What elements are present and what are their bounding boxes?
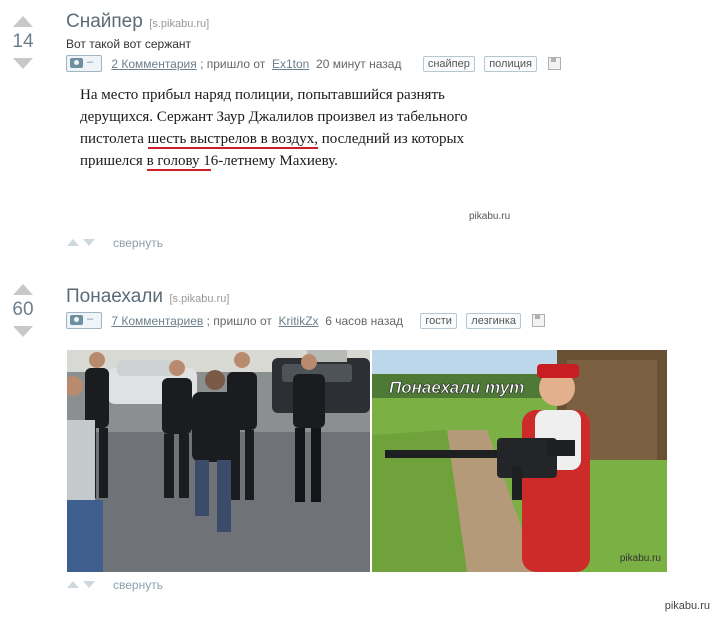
photo-toggle-button[interactable]: – [66,312,102,329]
tag-police[interactable]: полиция [484,55,537,72]
vote-panel: 14 [8,16,38,69]
left-photo [67,350,370,572]
camera-icon [70,58,83,68]
camera-icon [70,315,83,325]
watermark: pikabu.ru [469,211,511,222]
photo-toggle-button[interactable]: – [66,55,102,72]
comments-link[interactable]: 7 Комментариев [111,314,203,328]
post-footer: свернуть [67,235,163,250]
post-title[interactable]: Снайпер [66,11,143,32]
post-subtitle: Вот такой вот сержант [66,37,192,51]
save-icon[interactable] [532,314,546,327]
post-meta: – 2 Комментария ; пришло от Ex1ton 20 ми… [66,55,562,73]
post-time: 20 минут назад [312,56,402,71]
author-link[interactable]: KritikZx [279,314,319,328]
post-sniper: 14 Снайпер [s.pikabu.ru] Вот такой вот с… [0,0,716,260]
save-icon[interactable] [548,57,562,70]
downvote-arrow-icon[interactable] [13,58,33,69]
post-image[interactable]: Понаехали тут pikabu.ru [67,350,667,572]
downvote-arrow-icon[interactable] [13,326,33,337]
footer-watermark: pikabu.ru [664,600,710,612]
underlined-phrase: шесть выстрелов в воздух, [147,131,318,149]
rating-count: 14 [12,31,34,52]
post-title-line: Понаехали [s.pikabu.ru] [66,286,229,308]
post-title-line: Снайпер [s.pikabu.ru] [66,11,209,33]
post-title[interactable]: Понаехали [66,286,163,307]
image-collage: Понаехали тут [67,350,667,572]
collapse-link[interactable]: свернуть [113,578,163,592]
post-time: 6 часов назад [321,313,404,328]
post-ponaekhali: 60 Понаехали [s.pikabu.ru] – 7 Комментар… [0,272,716,592]
author-link[interactable]: Ex1ton [272,57,309,71]
post-source: [s.pikabu.ru] [149,18,210,30]
comments-link[interactable]: 2 Комментария [111,57,196,71]
post-meta: – 7 Комментариев ; пришло от KritikZx 6 … [66,312,546,330]
vote-panel: 60 [8,284,38,337]
post-story: На место прибыл наряд полиции, попытавши… [80,87,468,171]
collapse-link[interactable]: свернуть [113,236,163,250]
upvote-arrow-icon[interactable] [13,16,33,27]
rating-count: 60 [12,299,34,320]
tag-guests[interactable]: гости [420,312,457,329]
small-downvote-icon[interactable] [83,581,95,589]
post-footer: свернуть [67,577,163,592]
small-downvote-icon[interactable] [83,239,95,247]
underlined-phrase: в голову 1 [146,153,211,171]
image-caption: Понаехали тут [389,378,524,397]
small-upvote-icon[interactable] [67,239,79,247]
from-text: ; пришло от [200,56,269,71]
small-upvote-icon[interactable] [67,581,79,589]
image-watermark: pikabu.ru [619,553,661,564]
upvote-arrow-icon[interactable] [13,284,33,295]
tag-lezginka[interactable]: лезгинка [466,312,522,329]
tag-sniper[interactable]: снайпер [422,55,475,72]
post-source: [s.pikabu.ru] [169,293,230,305]
from-text: ; пришло от [206,313,276,328]
